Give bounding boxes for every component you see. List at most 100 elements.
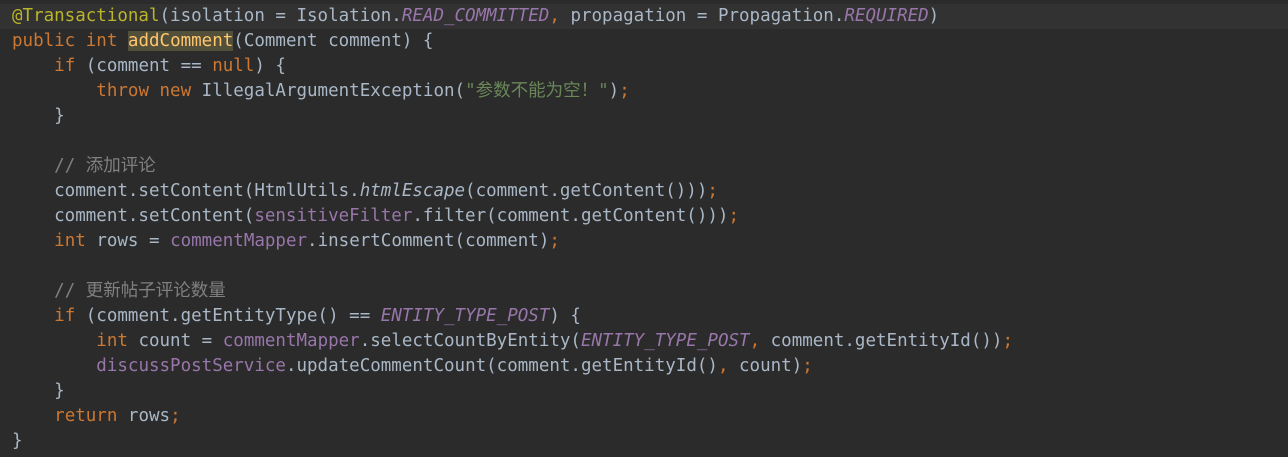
- code-line[interactable]: }: [0, 429, 1288, 454]
- code-line[interactable]: // 添加评论: [0, 154, 1288, 179]
- code-token: count =: [138, 331, 223, 351]
- code-token: ;: [728, 206, 739, 226]
- code-line-text: comment.setContent(HtmlUtils.htmlEscape(…: [12, 179, 718, 204]
- code-token: return: [54, 406, 128, 426]
- code-token: ENTITY_TYPE_POST: [380, 306, 550, 326]
- code-line[interactable]: int rows = commentMapper.insertComment(c…: [0, 229, 1288, 254]
- code-token: addComment: [127, 31, 234, 51]
- code-token: }: [12, 431, 23, 451]
- code-line-text: // 添加评论: [12, 154, 156, 179]
- code-token: (comment.getEntityType() ==: [85, 306, 381, 326]
- code-token: ,: [717, 356, 740, 376]
- code-line-text: // 更新帖子评论数量: [12, 279, 226, 304]
- code-line[interactable]: if (comment.getEntityType() == ENTITY_TY…: [0, 304, 1288, 329]
- code-token: IllegalArgumentException(: [201, 81, 466, 101]
- code-token: (comment ==: [85, 56, 213, 76]
- code-token: ;: [549, 231, 560, 251]
- code-token: propagation = Propagation.: [570, 6, 845, 26]
- code-token: REQUIRED: [844, 6, 929, 26]
- code-token: commentMapper: [222, 331, 360, 351]
- code-line[interactable]: }: [0, 104, 1288, 129]
- code-token: int: [54, 231, 97, 251]
- code-token: int: [85, 31, 128, 51]
- code-token: commentMapper: [170, 231, 308, 251]
- code-token: }: [12, 106, 65, 126]
- code-token: ): [608, 81, 620, 101]
- code-line[interactable]: comment.setContent(sensitiveFilter.filte…: [0, 204, 1288, 229]
- code-token: ,: [749, 331, 771, 351]
- code-token: .selectCountByEntity(: [359, 331, 581, 351]
- code-token: ) {: [254, 56, 286, 76]
- code-line-text: return rows;: [12, 404, 181, 429]
- code-token: // 更新帖子评论数量: [54, 281, 226, 301]
- code-line[interactable]: int count = commentMapper.selectCountByE…: [0, 329, 1288, 354]
- code-line[interactable]: if (comment == null) {: [0, 54, 1288, 79]
- code-token: (Comment comment) {: [233, 31, 434, 51]
- code-token: comment.setContent(: [12, 206, 255, 226]
- code-token: ENTITY_TYPE_POST: [580, 331, 750, 351]
- code-editor[interactable]: @Transactional(isolation = Isolation.REA…: [0, 0, 1288, 457]
- code-token: .updateCommentCount(comment.getEntityId(…: [285, 356, 718, 376]
- code-token: int: [96, 331, 139, 351]
- code-token: count): [739, 356, 803, 376]
- code-line-text: public int addComment(Comment comment) {: [12, 29, 433, 54]
- code-token: if: [54, 306, 86, 326]
- code-token: throw new: [96, 81, 202, 101]
- code-line-text: }: [12, 104, 65, 129]
- code-line-text: int count = commentMapper.selectCountByE…: [12, 329, 1013, 354]
- code-line-text: discussPostService.updateCommentCount(co…: [12, 354, 813, 379]
- code-line-text: throw new IllegalArgumentException("参数不能…: [12, 79, 630, 104]
- code-token: ;: [802, 356, 813, 376]
- code-token: }: [12, 381, 65, 401]
- code-token: (comment.getContent())): [465, 181, 708, 201]
- code-line-text: @Transactional(isolation = Isolation.REA…: [12, 4, 939, 29]
- code-token: (isolation = Isolation.: [159, 6, 402, 26]
- code-token: ;: [619, 81, 630, 101]
- code-line-text: int rows = commentMapper.insertComment(c…: [12, 229, 560, 254]
- code-token: ,: [549, 6, 571, 26]
- code-token: comment.getEntityId()): [770, 331, 1003, 351]
- code-token: ;: [707, 181, 718, 201]
- code-line[interactable]: [0, 254, 1288, 279]
- code-line[interactable]: discussPostService.updateCommentCount(co…: [0, 354, 1288, 379]
- code-token: // 添加评论: [54, 156, 156, 176]
- code-line[interactable]: public int addComment(Comment comment) {: [0, 29, 1288, 54]
- code-token: comment.setContent(HtmlUtils.: [12, 181, 360, 201]
- code-line-text: if (comment == null) {: [12, 54, 286, 79]
- code-line-text: comment.setContent(sensitiveFilter.filte…: [12, 204, 739, 229]
- code-token: htmlEscape: [359, 181, 466, 201]
- code-line-text: }: [12, 429, 23, 454]
- code-token: ): [928, 6, 940, 26]
- code-token: rows =: [96, 231, 171, 251]
- code-token: .filter(comment.getContent())): [412, 206, 729, 226]
- code-token: ;: [170, 406, 181, 426]
- code-token: discussPostService: [96, 356, 286, 376]
- code-line[interactable]: @Transactional(isolation = Isolation.REA…: [0, 4, 1288, 29]
- code-line[interactable]: }: [0, 379, 1288, 404]
- code-token: .insertComment(comment): [307, 231, 550, 251]
- code-token: rows: [127, 406, 171, 426]
- code-line[interactable]: // 更新帖子评论数量: [0, 279, 1288, 304]
- code-line[interactable]: return rows;: [0, 404, 1288, 429]
- code-token: READ_COMMITTED: [401, 6, 550, 26]
- code-token: public: [12, 31, 86, 51]
- code-line-text: if (comment.getEntityType() == ENTITY_TY…: [12, 304, 581, 329]
- code-line[interactable]: comment.setContent(HtmlUtils.htmlEscape(…: [0, 179, 1288, 204]
- code-line[interactable]: [0, 129, 1288, 154]
- code-token: @Transactional: [12, 6, 160, 26]
- code-token: if: [54, 56, 86, 76]
- code-token: ) {: [549, 306, 581, 326]
- code-token: null: [212, 56, 255, 76]
- code-token: sensitiveFilter: [254, 206, 413, 226]
- code-line[interactable]: throw new IllegalArgumentException("参数不能…: [0, 79, 1288, 104]
- code-token: "参数不能为空！": [465, 81, 609, 101]
